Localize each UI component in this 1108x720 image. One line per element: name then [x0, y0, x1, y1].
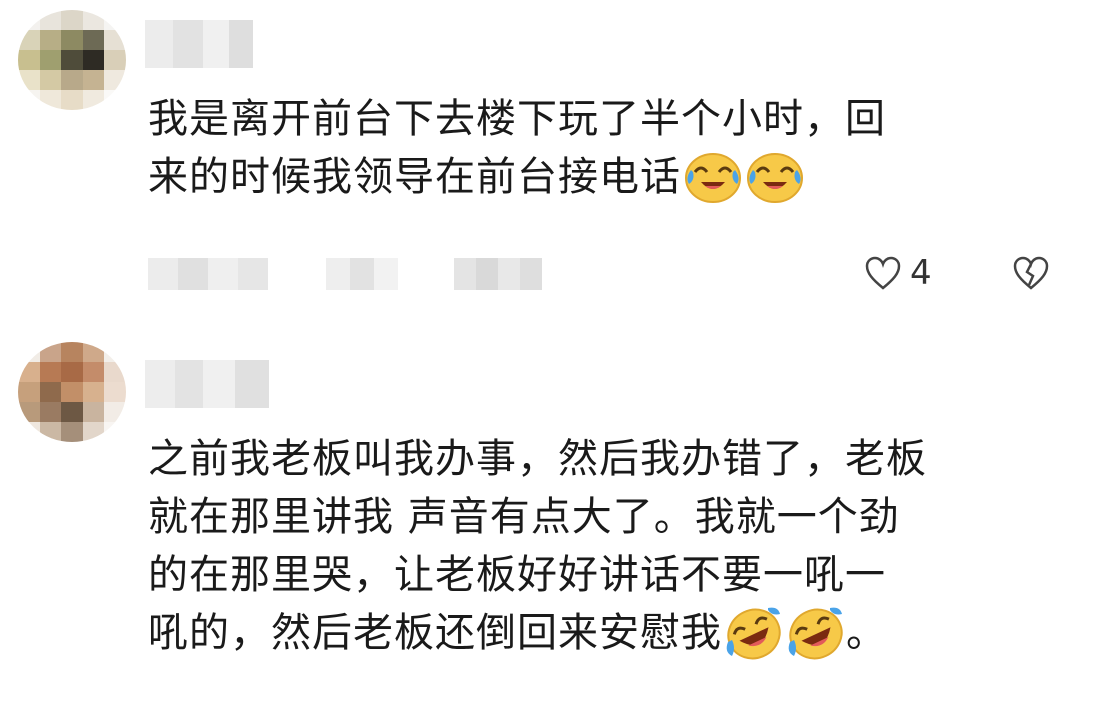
timestamp-blurred [148, 258, 268, 290]
comment-line: 的在那里哭，让老板好好讲话不要一吼一 [148, 552, 886, 598]
rolling-laughing-emoji-icon [726, 607, 781, 660]
like-count: 4 [910, 253, 932, 293]
location-blurred [326, 258, 398, 290]
avatar[interactable] [18, 10, 126, 110]
rolling-laughing-emoji-icon [788, 607, 843, 660]
comment-line: 就在那里讲我 声音有点大了。我就一个劲 [148, 494, 900, 540]
comment-line: 之前我老板叫我办事，然后我办错了，老板 [148, 436, 927, 482]
broken-heart-icon[interactable] [1012, 255, 1050, 291]
comment-line-with-emoji: 吼的，然后老板还倒回来安慰我 。 [148, 604, 1074, 662]
crying-laughing-emoji-icon [685, 153, 741, 203]
avatar[interactable] [18, 342, 126, 442]
comment-line: 我是离开前台下去楼下玩了半个小时，回 [148, 96, 886, 142]
comment-text: 我是离开前台下去楼下玩了半个小时，回 来的时候我领导在前台接电话 [148, 90, 1074, 206]
comment-line: 来的时候我领导在前台接电话 [148, 154, 681, 200]
end-punctuation: 。 [846, 610, 887, 656]
heart-outline-icon[interactable] [864, 255, 902, 291]
comment-line: 吼的，然后老板还倒回来安慰我 [148, 610, 722, 656]
crying-laughing-emoji-icon [747, 153, 803, 203]
comment-meta-blurred [148, 258, 542, 290]
comment-text: 之前我老板叫我办事，然后我办错了，老板 就在那里讲我 声音有点大了。我就一个劲 … [148, 430, 1074, 662]
comment-line-with-emoji: 来的时候我领导在前台接电话 [148, 148, 1074, 206]
reply-blurred[interactable] [454, 258, 542, 290]
username-blurred[interactable] [145, 360, 269, 408]
username-blurred[interactable] [145, 20, 253, 68]
comment-actions: 4 [864, 250, 1050, 296]
